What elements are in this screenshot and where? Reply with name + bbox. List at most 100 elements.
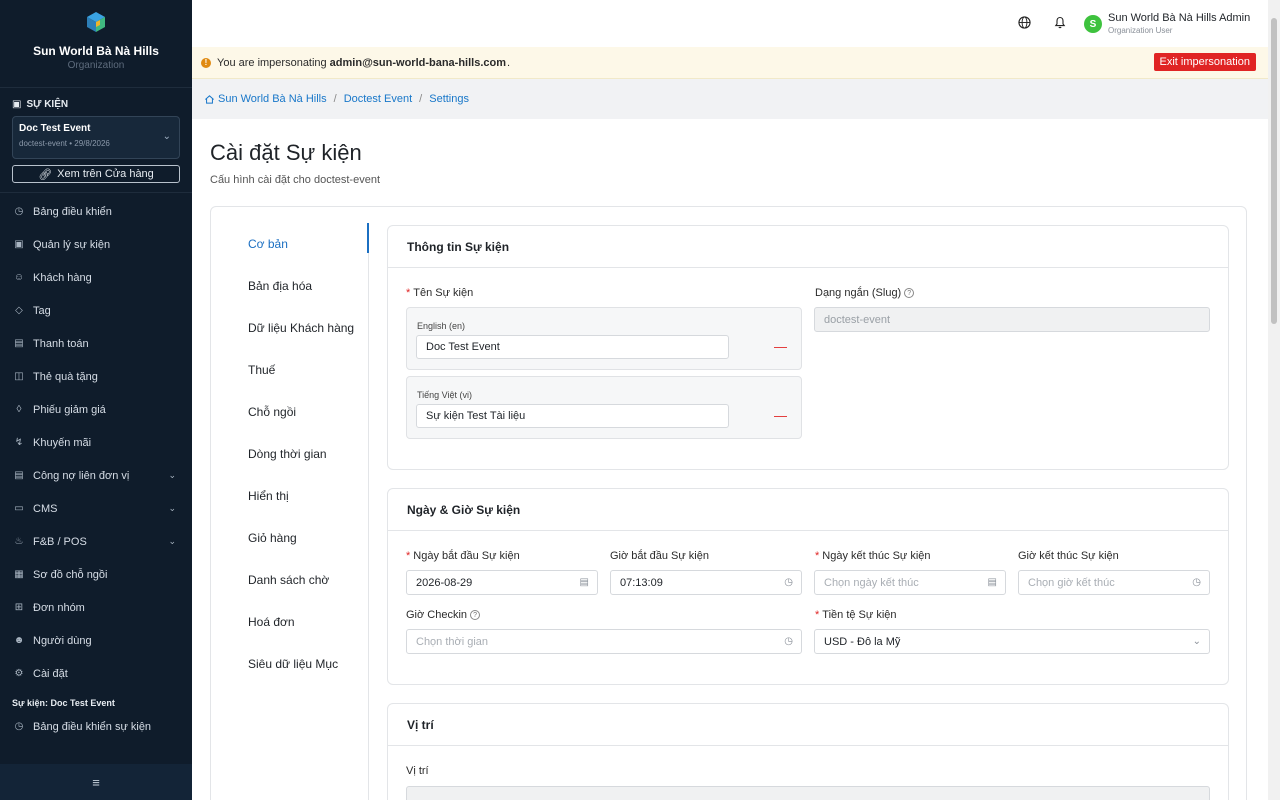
settings-card: Cơ bản Bản địa hóa Dữ liệu Khách hàng Th… xyxy=(210,206,1247,800)
exit-impersonation-button[interactable]: Exit impersonation xyxy=(1153,53,1256,71)
start-date-label: * Ngày bắt đầu Sự kiện xyxy=(406,550,520,562)
impersonation-banner: ! You are impersonating admin@sun-world-… xyxy=(192,47,1268,79)
clock-icon: ◷ xyxy=(784,636,793,647)
settings-tabs: Cơ bản Bản địa hóa Dữ liệu Khách hàng Th… xyxy=(211,223,369,800)
org-name: Sun World Bà Nà Hills xyxy=(33,44,159,58)
calendar-icon: ▣ xyxy=(12,99,22,110)
event-name-vi-input[interactable]: Sự kiện Test Tài liệu xyxy=(416,404,729,428)
sidebar-item-customers[interactable]: ☺ Khách hàng xyxy=(0,261,192,294)
user-name: Sun World Bà Nà Hills Admin xyxy=(1108,12,1251,24)
sidebar-item-cms[interactable]: ▭ CMS ⌄ xyxy=(0,492,192,525)
panel-title: Ngày & Giờ Sự kiện xyxy=(388,489,1228,531)
home-icon xyxy=(205,94,214,104)
collapse-sidebar-button[interactable]: ≡ xyxy=(0,764,192,800)
location-input[interactable] xyxy=(406,786,1210,800)
chevron-down-icon: ⌄ xyxy=(168,536,176,546)
event-sub: doctest-event • 29/8/2026 xyxy=(19,139,110,148)
sidebar-item-settings[interactable]: ⚙︎ Cài đặt xyxy=(0,657,192,690)
menu-collapse-icon: ≡ xyxy=(92,774,100,790)
tab-basic[interactable]: Cơ bản xyxy=(211,223,369,265)
link-icon: 🔗︎ xyxy=(38,168,53,181)
sidebar-item-event-dashboard[interactable]: ◷ Bảng điều khiển sự kiện xyxy=(0,710,192,743)
view-store-button[interactable]: 🔗︎ Xem trên Cửa hàng xyxy=(12,165,180,183)
sidebar-item-fnb[interactable]: ♨ F&B / POS ⌄ xyxy=(0,525,192,558)
coupon-icon: ◊ xyxy=(16,404,22,415)
currency-label: * Tiền tệ Sự kiện xyxy=(815,609,897,621)
event-date-panel: Ngày & Giờ Sự kiện * Ngày bắt đầu Sự kiện… xyxy=(387,488,1229,685)
seatmap-icon: ▦ xyxy=(14,569,24,580)
sidebar-item-intercompany[interactable]: ▤ Công nợ liên đơn vị ⌄ xyxy=(0,459,192,492)
event-name-en-input[interactable]: Doc Test Event xyxy=(416,335,729,359)
panel-title: Thông tin Sự kiện xyxy=(388,226,1228,268)
tab-localization[interactable]: Bản địa hóa xyxy=(211,265,368,307)
brand: Sun World Bà Nà Hills Organization xyxy=(0,0,192,88)
help-icon[interactable]: ? xyxy=(904,288,915,298)
chevron-down-icon: ⌄ xyxy=(1192,636,1201,647)
user-menu[interactable]: Sun World Bà Nà Hills Admin Organization… xyxy=(1108,12,1250,35)
sidebar-item-gift-cards[interactable]: ◫ Thẻ quà tặng xyxy=(0,360,192,393)
breadcrumb-settings[interactable]: Settings xyxy=(429,93,469,105)
end-time-label: Giờ kết thúc Sự kiện xyxy=(1018,550,1119,562)
page-scrollbar[interactable] xyxy=(1268,0,1280,800)
tab-display[interactable]: Hiển thị xyxy=(211,475,368,517)
tab-cart[interactable]: Giỏ hàng xyxy=(211,517,368,559)
help-icon[interactable]: ? xyxy=(470,610,481,620)
panel-title: Vị trí xyxy=(388,704,1228,746)
lang-en-label: English (en) xyxy=(417,321,466,331)
sidebar-item-payment[interactable]: ▤ Thanh toán xyxy=(0,327,192,360)
slug-input[interactable]: doctest-event xyxy=(814,307,1210,332)
end-date-input[interactable]: Chọn ngày kết thúc ▤ xyxy=(814,570,1006,595)
impersonated-email: admin@sun-world-bana-hills.com xyxy=(329,56,507,69)
avatar[interactable]: S xyxy=(1084,15,1102,33)
top-bar: S Sun World Bà Nà Hills Admin Organizati… xyxy=(192,0,1268,47)
tab-customer-data[interactable]: Dữ liệu Khách hàng xyxy=(211,307,368,349)
remove-lang-vi-icon[interactable]: — xyxy=(774,408,787,423)
start-date-input[interactable]: 2026-08-29 ▤ xyxy=(406,570,598,595)
sidebar-item-tag[interactable]: ◇ Tag xyxy=(0,294,192,327)
chevron-down-icon: ⌄ xyxy=(168,470,176,480)
clock-icon: ◷ xyxy=(1192,577,1201,588)
dashboard-icon: ◷ xyxy=(14,206,24,217)
sidebar-item-users[interactable]: ☻ Người dùng xyxy=(0,624,192,657)
sidebar-item-dashboard[interactable]: ◷ Bảng điều khiển xyxy=(0,195,192,228)
scrollbar-thumb[interactable] xyxy=(1271,18,1277,324)
sidebar-item-seatmap[interactable]: ▦ Sơ đồ chỗ ngồi xyxy=(0,558,192,591)
gift-icon: ◫ xyxy=(14,371,24,382)
calendar-icon: ▤ xyxy=(579,577,589,588)
event-nav-label: Sự kiện: Doc Test Event xyxy=(12,698,115,708)
tab-seating[interactable]: Chỗ ngồi xyxy=(211,391,368,433)
food-icon: ♨ xyxy=(14,536,24,547)
breadcrumb-org[interactable]: Sun World Bà Nà Hills xyxy=(218,93,327,105)
user-icon: ☻ xyxy=(13,635,25,646)
end-time-input[interactable]: Chọn giờ kết thúc ◷ xyxy=(1018,570,1210,595)
tag-icon: ◇ xyxy=(15,305,23,316)
globe-icon[interactable] xyxy=(1018,16,1031,29)
bell-icon[interactable] xyxy=(1054,16,1066,29)
breadcrumb: Sun World Bà Nà Hills / Doctest Event / … xyxy=(192,79,1268,119)
remove-lang-en-icon[interactable]: — xyxy=(774,339,787,354)
start-time-input[interactable]: 07:13:09 ◷ xyxy=(610,570,802,595)
sidebar-item-promotions[interactable]: ↯ Khuyến mãi xyxy=(0,426,192,459)
main-content: Cài đặt Sự kiện Cấu hình cài đặt cho doc… xyxy=(192,119,1268,800)
tab-item-metadata[interactable]: Siêu dữ liệu Mục xyxy=(211,643,368,685)
event-selector[interactable]: Doc Test Event doctest-event • 29/8/2026… xyxy=(12,116,180,159)
tab-tax[interactable]: Thuế xyxy=(211,349,368,391)
page-subtitle: Cấu hình cài đặt cho doctest-event xyxy=(210,174,380,186)
tab-timeline[interactable]: Dòng thời gian xyxy=(211,433,368,475)
page-title: Cài đặt Sự kiện xyxy=(210,140,362,165)
sidebar-item-group-orders[interactable]: ⊞ Đơn nhóm xyxy=(0,591,192,624)
bolt-icon: ↯ xyxy=(14,437,24,448)
sidebar-item-coupons[interactable]: ◊ Phiếu giảm giá xyxy=(0,393,192,426)
chevron-down-icon: ⌄ xyxy=(162,131,171,142)
tab-waitlist[interactable]: Danh sách chờ xyxy=(211,559,368,601)
sidebar-nav: ◷ Bảng điều khiển ▣ Quản lý sự kiện ☺ Khách… xyxy=(0,193,192,690)
sidebar-item-events[interactable]: ▣ Quản lý sự kiện xyxy=(0,228,192,261)
tab-invoice[interactable]: Hoá đơn xyxy=(211,601,368,643)
sidebar: Sun World Bà Nà Hills Organization ▣ SỰ … xyxy=(0,0,192,800)
breadcrumb-event[interactable]: Doctest Event xyxy=(344,93,412,105)
currency-select[interactable]: USD - Đô la Mỹ ⌄ xyxy=(814,629,1210,654)
gear-icon: ⚙︎ xyxy=(14,668,24,679)
event-section-label: ▣ SỰ KIỆN xyxy=(12,99,69,110)
checkin-time-input[interactable]: Chọn thời gian ◷ xyxy=(406,629,802,654)
ledger-icon: ▤ xyxy=(14,470,24,481)
